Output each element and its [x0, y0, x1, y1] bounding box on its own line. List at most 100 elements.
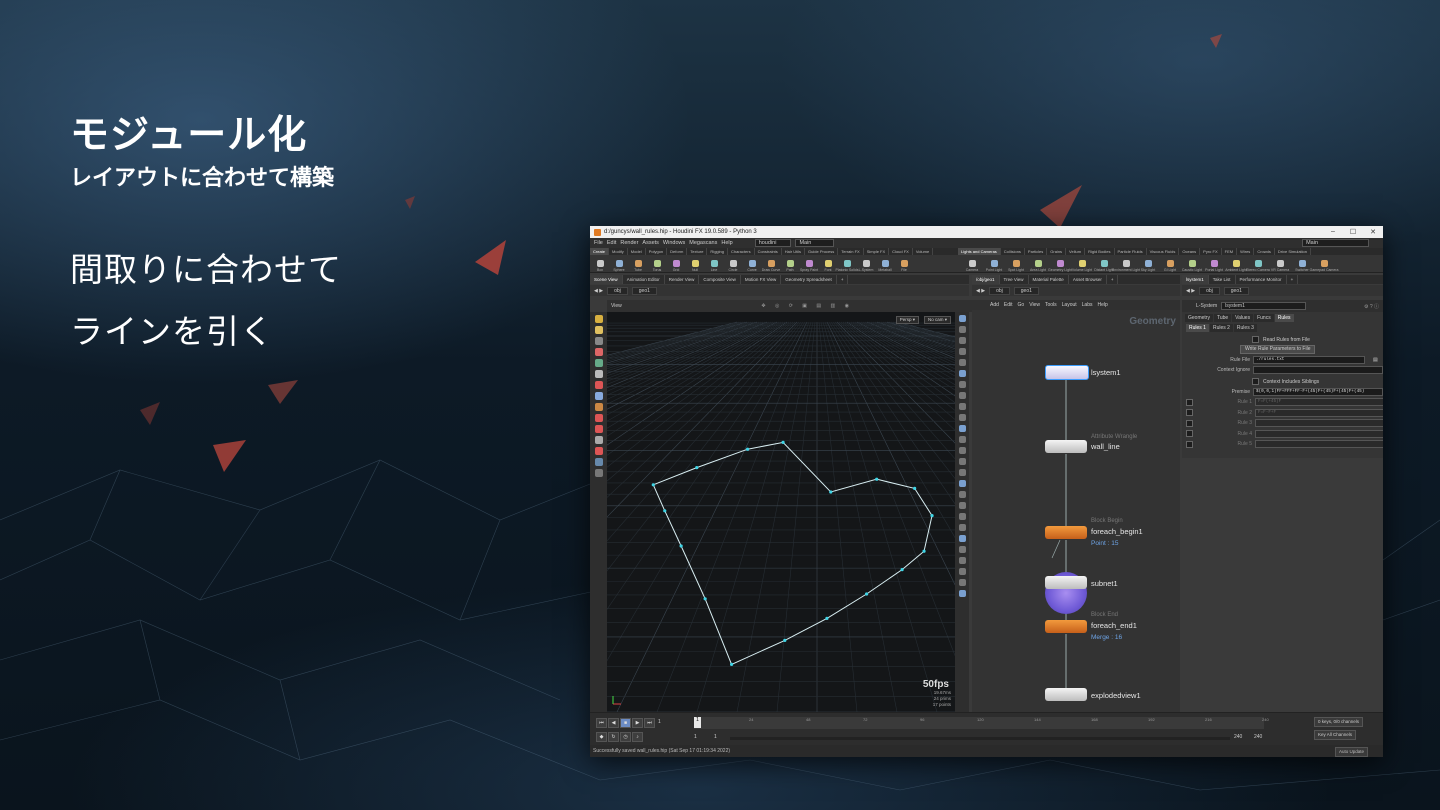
shelf-tab-pyro-fx[interactable]: Pyro FX — [1200, 248, 1222, 255]
polyline-point[interactable] — [875, 477, 879, 481]
display-option-10-icon[interactable] — [958, 414, 966, 421]
param-tab-values[interactable]: Values — [1232, 314, 1254, 322]
display-option-8-icon[interactable] — [958, 392, 966, 399]
viewport-tool-5-icon[interactable] — [594, 359, 603, 367]
viewport-tool-4-icon[interactable] — [594, 348, 603, 356]
shelf-tool-switcher[interactable]: Switcher — [1295, 260, 1309, 272]
back-arrow-icon[interactable]: ◀ ▶ — [1186, 288, 1195, 294]
polyline-point[interactable] — [679, 544, 683, 548]
polyline-point[interactable] — [663, 509, 667, 513]
display-option-6-icon[interactable] — [958, 370, 966, 377]
rule-field[interactable] — [1255, 419, 1383, 427]
shelf-tool-gi-light[interactable]: GI Light — [1163, 260, 1177, 272]
display-option-17-icon[interactable] — [958, 491, 966, 498]
rule-field[interactable] — [1255, 429, 1383, 438]
node-name[interactable]: foreach_begin1 — [1091, 527, 1143, 536]
rule-enable-checkbox[interactable] — [1186, 440, 1193, 448]
shelf-tool-font[interactable]: Font — [821, 260, 835, 272]
shelf-tool-box[interactable]: Box — [593, 260, 607, 272]
shelf-tab-wires[interactable]: Wires — [1237, 248, 1255, 255]
shelf-tab-oceans[interactable]: Oceans — [1179, 248, 1201, 255]
polyline-point[interactable] — [745, 447, 750, 451]
pane-tab-animation-editor[interactable]: Animation Editor — [623, 275, 665, 284]
param-subtab-rules-3[interactable]: Rules 3 — [1233, 324, 1257, 332]
shelf-tool-geometry-light[interactable]: Geometry Light — [1048, 260, 1072, 272]
polyline-point[interactable] — [900, 568, 904, 572]
premise-field[interactable]: $(0,0,1)FF+FFF+FF-F+(45)F+(45)F+(45)F+(4… — [1253, 388, 1383, 396]
polyline-point[interactable] — [930, 514, 934, 518]
polyline-point[interactable] — [703, 597, 707, 601]
shelf-tab-crowds[interactable]: Crowds — [1254, 248, 1275, 255]
shelf-tool-environment-light[interactable]: Environment Light — [1112, 260, 1140, 272]
key-icon[interactable]: ◆ — [596, 732, 607, 742]
shelf-tab-texture[interactable]: Texture — [687, 248, 708, 255]
node-subnet1[interactable]: subnet1 — [1045, 576, 1118, 589]
path-geo[interactable]: geo1 — [631, 286, 657, 295]
display-option-9-icon[interactable] — [958, 403, 966, 410]
persp-menu[interactable]: Persp ▾ — [895, 316, 919, 324]
pane-tab-lsystem1[interactable]: lsystem1 — [1182, 275, 1209, 284]
prev-frame-button[interactable]: ◀ — [608, 718, 619, 728]
node-name[interactable]: explodedview1 — [1091, 691, 1141, 700]
viewport-tool-8-icon[interactable] — [594, 392, 603, 400]
shelf-tab-constraints[interactable]: Constraints — [755, 248, 782, 255]
shelf-tool-line[interactable]: Line — [707, 260, 721, 272]
polyline-point[interactable] — [781, 440, 785, 444]
shelf-tool-stereo-camera[interactable]: Stereo Camera — [1246, 260, 1270, 272]
loop-icon[interactable]: ↻ — [608, 732, 619, 742]
shelf-tool-path[interactable]: Path — [783, 260, 797, 272]
shelf-tab-characters[interactable]: Characters — [728, 248, 755, 255]
key-all-channels-menu[interactable]: Key All Channels — [1314, 730, 1357, 740]
polyline-point[interactable] — [922, 549, 926, 553]
desktop-right-select[interactable]: Main — [1302, 239, 1369, 247]
node-foreach-end1[interactable]: Block End foreach_end1 Merge : 16 — [1045, 612, 1137, 641]
shelf-tool-camera[interactable]: Camera — [965, 260, 979, 272]
shelf-tool-gamepad-camera[interactable]: Gamepad Camera — [1310, 260, 1338, 272]
display-option-21-icon[interactable] — [958, 535, 966, 542]
next-frame-button[interactable]: ⏭ — [644, 718, 655, 728]
param-tab-funcs[interactable]: Funcs — [1254, 314, 1274, 322]
menu-megascans[interactable]: Megascans — [689, 240, 717, 246]
polyline-point[interactable] — [825, 616, 829, 620]
menu-edit[interactable]: Edit — [607, 240, 616, 246]
display-option-24-icon[interactable] — [958, 568, 966, 575]
start-frame-2[interactable]: 1 — [714, 734, 717, 740]
display-option-18-icon[interactable] — [958, 502, 966, 509]
display-option-13-icon[interactable] — [958, 447, 966, 454]
network-editor[interactable]: Add Edit Go View Tools Layout Labs Help … — [972, 300, 1180, 712]
node-name-field[interactable]: lsystem1 — [1221, 302, 1306, 310]
shelf-tab-particles[interactable]: Particles — [1025, 248, 1048, 255]
pane-tab-take-list[interactable]: Take List — [1209, 275, 1236, 284]
shelf-tab-model[interactable]: Model — [628, 248, 646, 255]
path-obj[interactable]: obj — [989, 286, 1010, 295]
pane-tab-composite-view[interactable]: Composite View — [699, 275, 741, 284]
menu-windows[interactable]: Windows — [663, 240, 685, 246]
viewport-tool-1-icon[interactable] — [594, 315, 603, 323]
lsystem-node-icon[interactable] — [1045, 365, 1089, 380]
rule-field[interactable]: F=F(+45)F — [1255, 398, 1383, 406]
param-subtab-rules-2[interactable]: Rules 2 — [1209, 324, 1233, 332]
viewport-tool-2-icon[interactable] — [594, 326, 603, 334]
param-tab-tube[interactable]: Tube — [1213, 314, 1232, 322]
rule-field[interactable] — [1255, 440, 1383, 448]
rule-enable-checkbox[interactable] — [1186, 419, 1193, 427]
start-frame[interactable]: 1 — [694, 734, 697, 740]
node-lsystem1[interactable]: lsystem1 — [1045, 365, 1121, 380]
display-option-23-icon[interactable] — [958, 557, 966, 564]
viewport-tool-11-icon[interactable] — [594, 425, 603, 433]
shelf-tool-tube[interactable]: Tube — [631, 260, 645, 272]
shelf-tool-torus[interactable]: Torus — [650, 260, 664, 272]
polyline-point[interactable] — [695, 466, 699, 470]
pane-tab-obj-geo1[interactable]: /obj/geo1 — [972, 275, 1000, 284]
display-option-11-icon[interactable] — [958, 425, 966, 432]
param-tab-geometry[interactable]: Geometry — [1185, 314, 1213, 322]
shelf-tab-vellum[interactable]: Vellum — [1066, 248, 1086, 255]
end-frame[interactable]: 240 — [1234, 734, 1242, 740]
shelf-tab-particle-fluids[interactable]: Particle Fluids — [1115, 248, 1147, 255]
timeline-bar[interactable]: 1 24 48 72 96 120 144 168 192 216 240 — [694, 717, 1269, 729]
shelf-tool-curve[interactable]: Curve — [745, 260, 759, 272]
polyline-point[interactable] — [651, 483, 655, 487]
shelf-tab-cloud-fx[interactable]: Cloud FX — [889, 248, 913, 255]
node-wall-line[interactable]: Attribute Wrangle wall_line — [1045, 434, 1137, 453]
viewport-tool-14-icon[interactable] — [594, 458, 603, 466]
